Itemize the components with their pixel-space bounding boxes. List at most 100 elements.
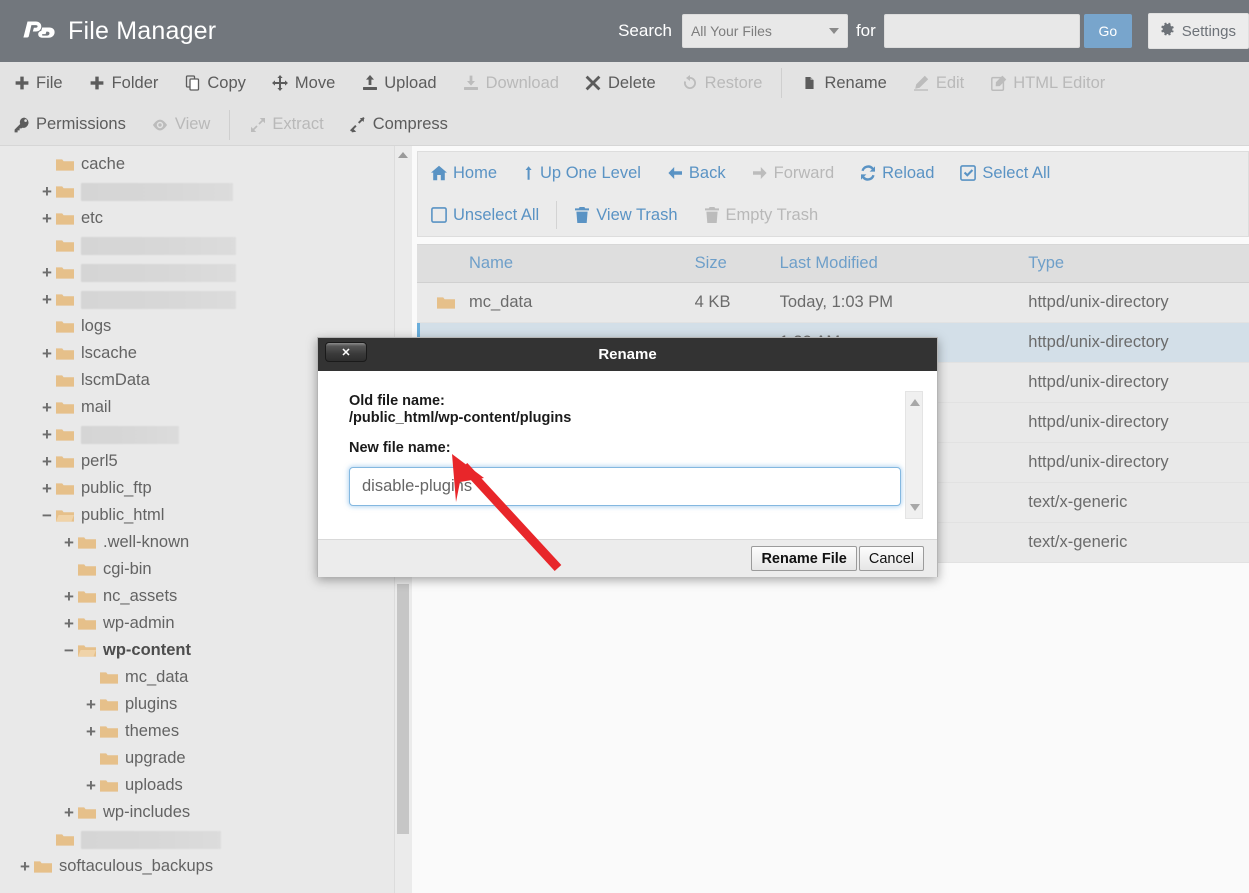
toolbar-separator — [229, 110, 230, 140]
settings-button[interactable]: Settings — [1148, 13, 1249, 49]
expand-icon[interactable]: + — [62, 615, 76, 632]
expand-icon[interactable]: + — [62, 534, 76, 551]
redacted-folder-name — [81, 237, 236, 255]
html-editor-icon — [990, 75, 1007, 91]
scroll-up-icon[interactable] — [910, 399, 920, 406]
expand-icon[interactable]: + — [62, 588, 76, 605]
close-icon[interactable]: ✕ — [325, 342, 367, 362]
expand-icon[interactable]: + — [62, 804, 76, 821]
nav-button-up-one-level[interactable]: Up One Level — [510, 153, 654, 193]
tree-item-redacted[interactable]: + — [0, 178, 395, 205]
toolbar-button-upload[interactable]: Upload — [348, 62, 449, 104]
collapse-icon[interactable]: − — [62, 642, 76, 659]
rename-dialog-footer: Rename File Cancel — [318, 539, 937, 577]
tree-item-cache[interactable]: +cache — [0, 151, 395, 178]
folder-icon — [56, 832, 74, 848]
toolbar-button-compress[interactable]: Compress — [337, 104, 461, 146]
search-input[interactable] — [884, 14, 1080, 48]
column-header-size[interactable]: Size — [695, 245, 780, 283]
tree-item-softaculous-backups[interactable]: +softaculous_backups — [0, 853, 395, 880]
file-nav-toolbar: HomeUp One LevelBackForwardReloadSelect … — [417, 151, 1249, 237]
file-nav-row-1: HomeUp One LevelBackForwardReloadSelect … — [418, 152, 1248, 194]
expand-icon[interactable]: + — [40, 426, 54, 443]
expand-icon[interactable]: + — [40, 345, 54, 362]
tree-item-redacted[interactable]: + — [0, 259, 395, 286]
expand-icon[interactable]: + — [84, 723, 98, 740]
tree-scrollbar-thumb[interactable] — [397, 584, 409, 834]
expand-icon[interactable]: + — [40, 291, 54, 308]
left-arrow-icon — [667, 165, 683, 181]
tree-item-nc-assets[interactable]: +nc_assets — [0, 583, 395, 610]
toolbar-button-folder[interactable]: Folder — [76, 62, 172, 104]
nav-button-unselect-all[interactable]: Unselect All — [418, 195, 552, 235]
eye-icon — [152, 117, 169, 133]
new-file-name-input[interactable] — [349, 467, 901, 506]
folder-icon — [437, 295, 455, 311]
search-scope-select[interactable]: All Your Files — [682, 14, 848, 48]
tree-item-label: mc_data — [125, 668, 188, 687]
scroll-up-icon[interactable] — [398, 152, 408, 158]
toolbar-button-delete[interactable]: Delete — [572, 62, 669, 104]
folder-icon — [78, 589, 96, 605]
rename-dialog-title: Rename — [598, 346, 656, 363]
cell-name[interactable]: mc_data — [417, 283, 695, 323]
expand-icon[interactable]: + — [40, 264, 54, 281]
toolbar-button-permissions[interactable]: Permissions — [0, 104, 139, 146]
tree-item-redacted[interactable]: + — [0, 232, 395, 259]
tree-item-label: cache — [81, 155, 125, 174]
tree-item-wp-includes[interactable]: +wp-includes — [0, 799, 395, 826]
right-arrow-icon — [752, 165, 768, 181]
tree-item-redacted[interactable]: + — [0, 826, 395, 853]
expand-icon[interactable]: + — [40, 399, 54, 416]
expand-icon[interactable]: + — [84, 777, 98, 794]
folder-icon — [56, 400, 74, 416]
search-go-button[interactable]: Go — [1084, 14, 1132, 48]
download-icon — [463, 75, 480, 91]
tree-item-plugins[interactable]: +plugins — [0, 691, 395, 718]
tree-item-wp-content[interactable]: −wp-content — [0, 637, 395, 664]
cancel-button[interactable]: Cancel — [859, 546, 924, 571]
folder-icon — [56, 427, 74, 443]
tree-item-label: uploads — [125, 776, 183, 795]
tree-item-mc-data[interactable]: +mc_data — [0, 664, 395, 691]
expand-icon[interactable]: + — [40, 453, 54, 470]
expand-icon[interactable]: + — [40, 183, 54, 200]
expand-icon[interactable]: + — [18, 858, 32, 875]
tree-item-wp-admin[interactable]: +wp-admin — [0, 610, 395, 637]
toolbar-button-file[interactable]: File — [0, 62, 76, 104]
column-header-name[interactable]: Name — [417, 245, 695, 283]
tree-item-redacted[interactable]: + — [0, 286, 395, 313]
column-header-last-modified[interactable]: Last Modified — [780, 245, 1029, 283]
toolbar-button-label: Delete — [608, 74, 656, 93]
table-row[interactable]: mc_data4 KBToday, 1:03 PMhttpd/unix-dire… — [417, 283, 1249, 323]
nav-button-back[interactable]: Back — [654, 153, 739, 193]
tree-item-uploads[interactable]: + uploads — [0, 772, 395, 799]
column-header-type[interactable]: Type — [1028, 245, 1249, 283]
cell-type: httpd/unix-directory — [1028, 443, 1249, 483]
nav-button-home[interactable]: Home — [418, 153, 510, 193]
nav-button-reload[interactable]: Reload — [847, 153, 947, 193]
expand-icon[interactable]: + — [84, 696, 98, 713]
scroll-down-icon[interactable] — [910, 504, 920, 511]
toolbar-button-label: Edit — [936, 74, 964, 93]
tree-item-upgrade[interactable]: +upgrade — [0, 745, 395, 772]
expand-icon[interactable]: + — [40, 480, 54, 497]
rename-dialog-scrollbar[interactable] — [905, 391, 923, 519]
toolbar-button-rename[interactable]: Rename — [788, 62, 899, 104]
nav-button-view-trash[interactable]: View Trash — [561, 195, 690, 235]
tree-item-label: public_ftp — [81, 479, 152, 498]
trash-icon — [574, 207, 590, 223]
tree-item-themes[interactable]: +themes — [0, 718, 395, 745]
tree-item-label: upgrade — [125, 749, 186, 768]
nav-button-select-all[interactable]: Select All — [947, 153, 1063, 193]
expand-icon[interactable]: + — [40, 210, 54, 227]
redacted-folder-name — [81, 264, 236, 282]
rename-file-button[interactable]: Rename File — [751, 546, 856, 571]
toolbar-button-copy[interactable]: Copy — [171, 62, 259, 104]
toolbar-button-extract: Extract — [236, 104, 336, 146]
tree-item-etc[interactable]: +etc — [0, 205, 395, 232]
collapse-icon[interactable]: − — [40, 507, 54, 524]
toolbar-button-move[interactable]: Move — [259, 62, 348, 104]
tree-item-logs[interactable]: +logs — [0, 313, 395, 340]
folder-icon — [100, 697, 118, 713]
